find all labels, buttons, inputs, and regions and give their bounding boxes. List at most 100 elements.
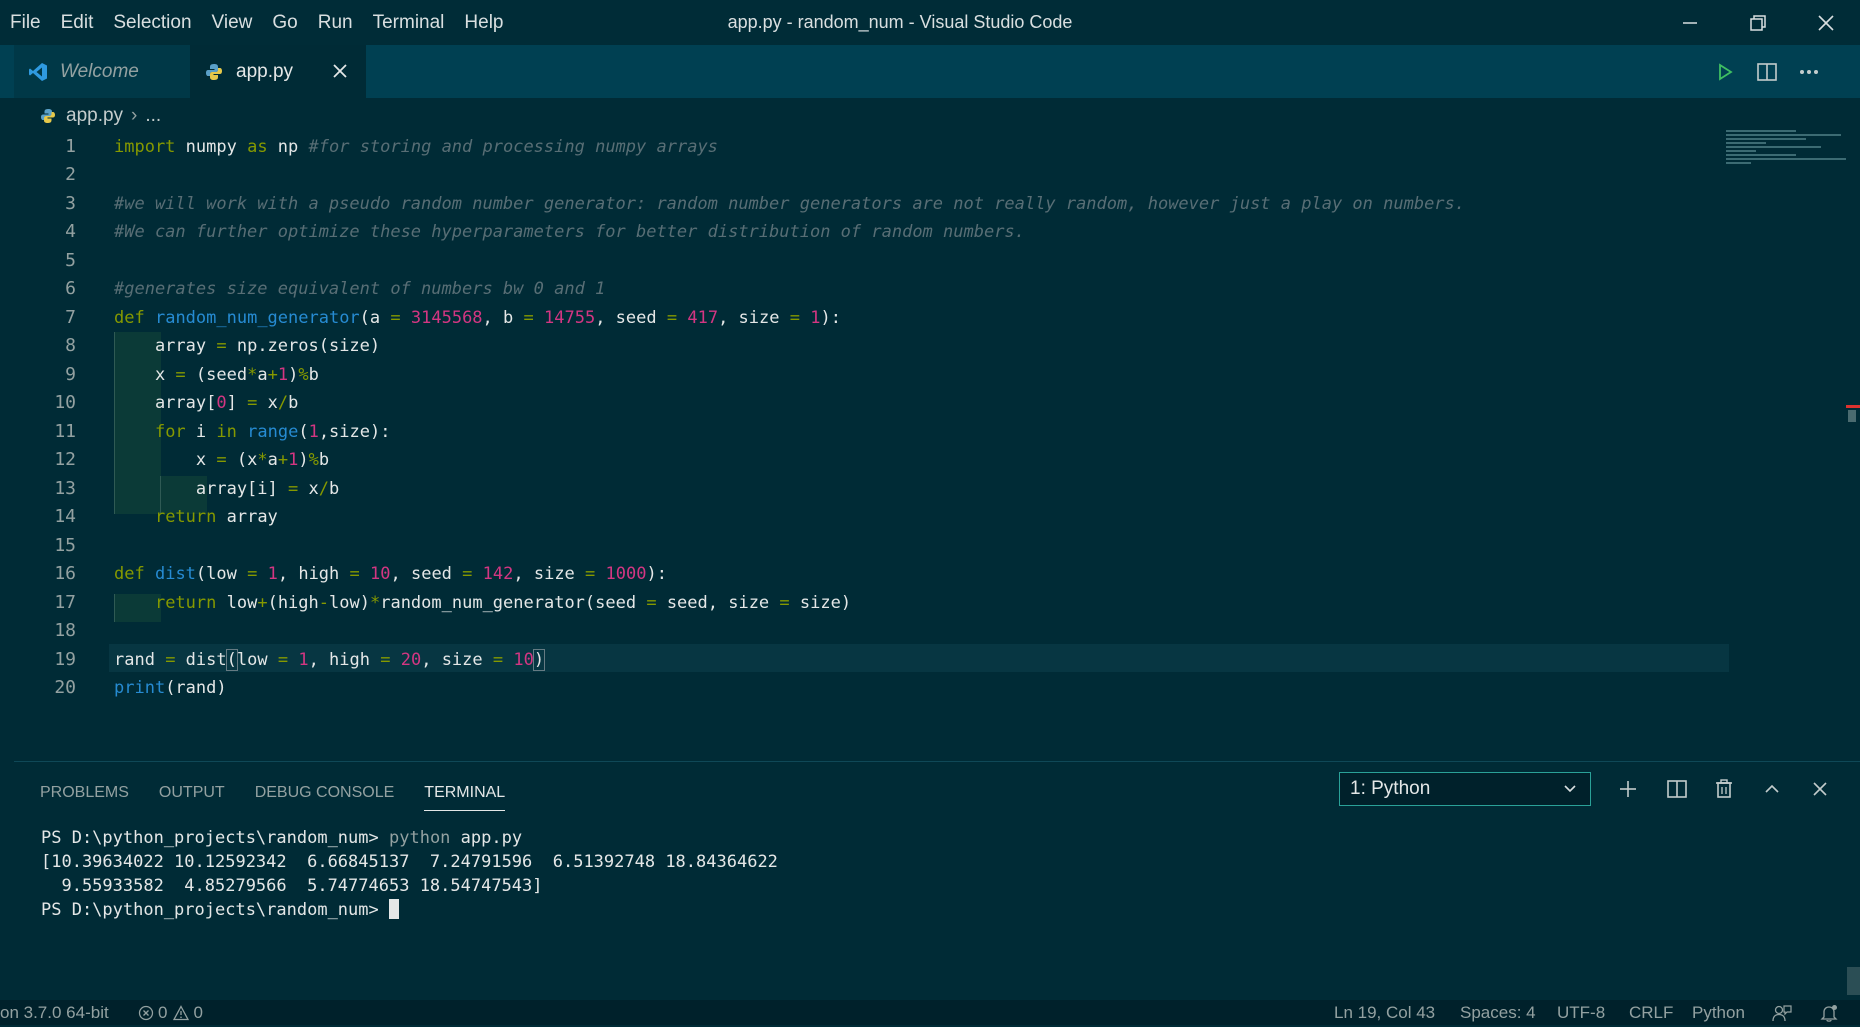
line-number: 9 [65, 364, 76, 385]
play-icon [1719, 62, 1733, 81]
tab-terminal[interactable]: TERMINAL [424, 780, 506, 811]
split-terminal-button[interactable] [1657, 772, 1697, 806]
more-actions-button[interactable] [1788, 45, 1830, 98]
line-number: 10 [54, 392, 76, 413]
window-title: app.py - random_num - Visual Studio Code [727, 12, 1073, 32]
python-file-icon [41, 109, 55, 123]
close-panel-button[interactable] [1800, 772, 1840, 806]
python-interpreter[interactable]: on 3.7.0 64-bit [0, 1000, 109, 1025]
code-line-7: def random_num_generator(a = 3145568, b … [114, 308, 841, 328]
breadcrumb-symbol[interactable]: ... [145, 105, 161, 127]
split-icon [1667, 780, 1687, 798]
title-bar: File Edit Selection View Go Run Terminal… [0, 0, 1860, 45]
line-number: 4 [65, 221, 76, 242]
breadcrumb: app.py › ... [40, 102, 161, 130]
plus-icon [1620, 781, 1636, 797]
terminal-select[interactable]: 1: Python [1339, 772, 1591, 806]
feedback-button[interactable] [1772, 1000, 1792, 1025]
terminal-line: [10.39634022 10.12592342 6.66845137 7.24… [41, 852, 778, 872]
status-bar: on 3.7.0 64-bit 0 0 Ln 19, Col 43 Spaces… [0, 1000, 1860, 1025]
tab-app-py[interactable]: app.py [190, 45, 366, 98]
end-of-line[interactable]: CRLF [1629, 1000, 1673, 1025]
line-number: 16 [54, 563, 76, 584]
code-line-13: array[i] = x/b [114, 479, 340, 499]
editor-scrollbar[interactable] [1848, 410, 1856, 422]
line-number: 13 [54, 478, 76, 499]
terminal-line: PS D:\python_projects\random_num> [41, 898, 778, 922]
split-icon [1757, 62, 1777, 81]
terminal-line: 9.55933582 4.85279566 5.74774653 18.5474… [41, 876, 543, 896]
terminal-scrollbar[interactable] [1847, 967, 1860, 995]
code-line-16: def dist(low = 1, high = 10, seed = 142,… [114, 564, 667, 584]
code-line-3: #we will work with a pseudo random numbe… [114, 194, 1466, 214]
tab-welcome[interactable]: Welcome [14, 45, 190, 98]
notifications-button[interactable] [1820, 1000, 1838, 1025]
close-window-button[interactable] [1792, 0, 1860, 45]
line-number: 3 [65, 193, 76, 214]
language-mode[interactable]: Python [1692, 1000, 1745, 1025]
terminal-prompt: PS D:\python_projects\random_num> [41, 828, 389, 848]
code-line-6: #generates size equivalent of numbers bw… [114, 279, 606, 299]
line-number: 2 [65, 164, 76, 185]
line-number: 6 [65, 278, 76, 299]
restore-icon [1750, 14, 1766, 31]
close-tab-button[interactable] [328, 59, 352, 83]
terminal-output[interactable]: PS D:\python_projects\random_num> python… [41, 826, 778, 922]
tab-problems[interactable]: PROBLEMS [40, 780, 129, 810]
line-number: 12 [54, 449, 76, 470]
tab-label: app.py [236, 60, 294, 82]
warning-icon [173, 1004, 190, 1020]
split-editor-button[interactable] [1746, 45, 1788, 98]
error-icon [138, 1005, 154, 1020]
code-line-8: array = np.zeros(size) [114, 336, 381, 356]
breadcrumb-file[interactable]: app.py [66, 105, 123, 127]
trash-icon [1716, 779, 1732, 798]
code-editor[interactable]: 1 import numpy as np #for storing and pro… [14, 133, 1844, 761]
error-count: 0 [158, 1002, 168, 1022]
problems-indicator[interactable]: 0 0 [138, 1000, 203, 1025]
code-line-9: x = (seed*a+1)%b [114, 365, 319, 385]
terminal-cursor [389, 899, 399, 919]
close-icon [333, 64, 347, 78]
chevron-right-icon: › [131, 105, 138, 126]
line-number: 20 [54, 677, 76, 698]
bottom-panel: PROBLEMS OUTPUT DEBUG CONSOLE TERMINAL 1… [14, 761, 1860, 998]
minimize-button[interactable] [1656, 0, 1724, 45]
line-number: 5 [65, 250, 76, 271]
tab-output[interactable]: OUTPUT [159, 780, 225, 810]
chevron-down-icon [1562, 780, 1578, 802]
line-number: 11 [54, 421, 76, 442]
tab-debug-console[interactable]: DEBUG CONSOLE [255, 780, 395, 810]
terminal-argument: app.py [460, 828, 523, 848]
run-button[interactable] [1704, 45, 1746, 98]
code-line-20: print(rand) [114, 678, 227, 698]
cursor-position[interactable]: Ln 19, Col 43 [1334, 1000, 1435, 1025]
terminal-command: python [389, 828, 461, 848]
editor-tab-bar: Welcome app.py [0, 45, 1860, 98]
new-terminal-button[interactable] [1608, 772, 1648, 806]
python-file-icon [204, 62, 224, 82]
code-line-4: #We can further optimize these hyperpara… [114, 222, 1025, 242]
kill-terminal-button[interactable] [1704, 772, 1744, 806]
restore-button[interactable] [1724, 0, 1792, 45]
line-number: 14 [54, 506, 76, 527]
code-line-1: import numpy as np #for storing and proc… [114, 137, 718, 157]
terminal-prompt: PS D:\python_projects\random_num> [41, 900, 389, 920]
code-line-14: return array [154, 507, 278, 527]
line-number: 15 [54, 535, 76, 556]
line-number: 17 [54, 592, 76, 613]
indentation[interactable]: Spaces: 4 [1460, 1000, 1536, 1025]
panel-tabs: PROBLEMS OUTPUT DEBUG CONSOLE TERMINAL [40, 780, 535, 811]
minimap[interactable] [1726, 130, 1846, 180]
tab-label: Welcome [60, 60, 139, 82]
line-number: 1 [65, 136, 76, 157]
line-number: 7 [65, 307, 76, 328]
terminal-line: PS D:\python_projects\random_num> python… [41, 826, 778, 850]
minimize-icon [1683, 21, 1697, 24]
close-icon [1813, 782, 1827, 796]
maximize-panel-button[interactable] [1752, 772, 1792, 806]
bell-icon [1820, 1004, 1838, 1022]
encoding[interactable]: UTF-8 [1557, 1000, 1605, 1025]
terminal-select-value: 1: Python [1350, 778, 1431, 799]
feedback-icon [1772, 1004, 1792, 1021]
